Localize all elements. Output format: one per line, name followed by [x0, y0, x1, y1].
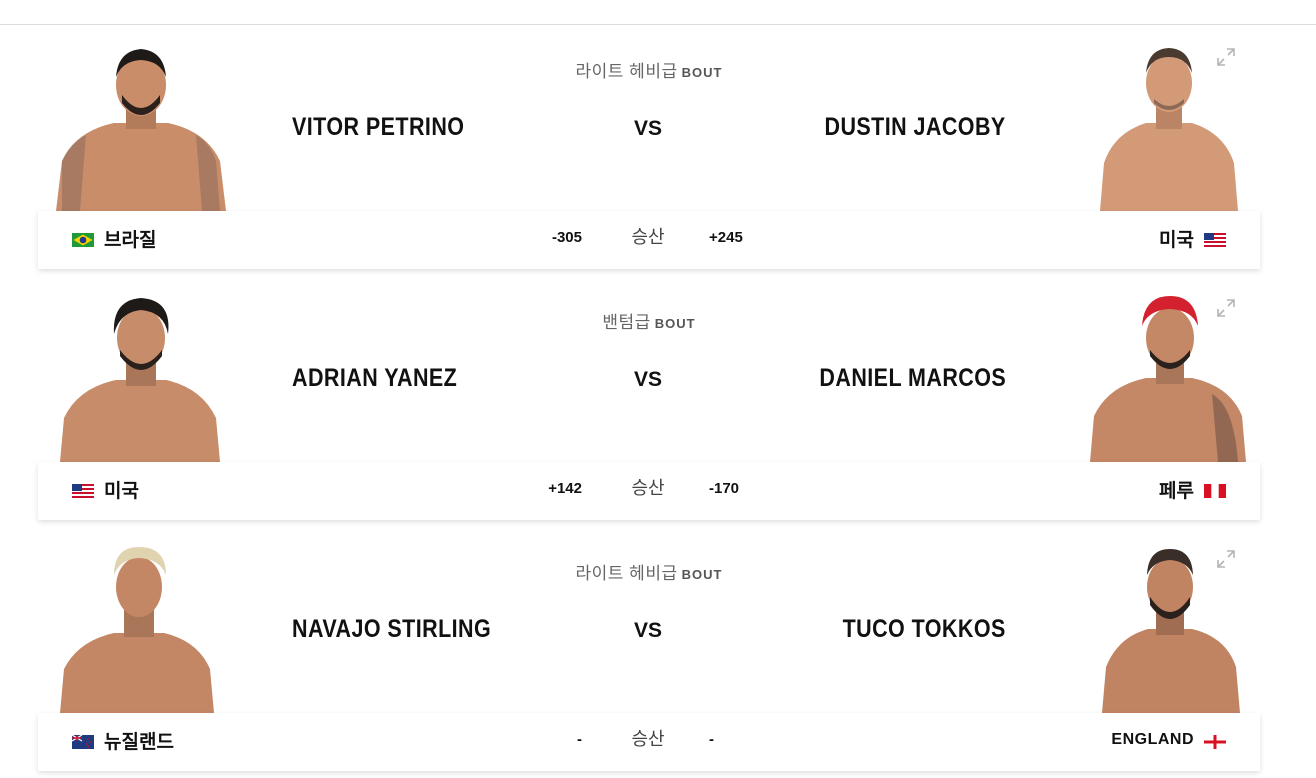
red-fighter-country: 미국: [104, 481, 139, 502]
red-fighter-name[interactable]: ADRIAN YANEZ: [292, 364, 457, 393]
blue-fighter-country: 페루: [1159, 481, 1194, 502]
bout-card[interactable]: 라이트 헤비급 BOUT VITOR PETRINO VS DUSTIN JACO…: [0, 25, 1316, 276]
england-flag-icon: [1204, 735, 1226, 749]
red-fighter-country: 브라질: [104, 230, 157, 251]
fight-card-list: 라이트 헤비급 BOUT VITOR PETRINO VS DUSTIN JACO…: [0, 25, 1316, 778]
bout-info-bar: 미국 +142 승산 -170 페루: [38, 462, 1260, 520]
expand-icon[interactable]: [1216, 298, 1236, 318]
odds-label: 승산: [631, 478, 665, 498]
red-fighter-odds: +142: [548, 480, 582, 497]
red-fighter-odds: -305: [551, 229, 582, 246]
bout-card[interactable]: 밴텀급 BOUT ADRIAN YANEZ VS DANIEL MARCOS 미국…: [0, 276, 1316, 527]
blue-fighter-country: ENGLAND: [1111, 731, 1194, 748]
usa-flag-icon: [1204, 233, 1226, 247]
peru-flag-icon: [1204, 484, 1226, 498]
red-fighter-odds: -: [577, 731, 582, 748]
red-fighter-country: 뉴질랜드: [104, 732, 174, 753]
vs-label: VS: [634, 368, 663, 391]
blue-fighter-country: 미국: [1159, 230, 1194, 251]
red-fighter-name[interactable]: VITOR PETRINO: [292, 113, 464, 142]
brazil-flag-icon: [72, 233, 94, 247]
red-fighter-name[interactable]: NAVAJO STIRLING: [292, 615, 491, 644]
blue-fighter-odds: +245: [709, 229, 743, 246]
odds-label: 승산: [631, 227, 665, 247]
bout-info-bar: 브라질 -305 승산 +245 미국: [38, 211, 1260, 269]
bout-info-bar: 뉴질랜드 - 승산 - ENGLAND: [38, 713, 1260, 771]
blue-fighter-odds: -170: [709, 480, 740, 497]
vs-label: VS: [634, 117, 663, 140]
expand-icon[interactable]: [1216, 549, 1236, 569]
blue-fighter-name[interactable]: DANIEL MARCOS: [819, 364, 1006, 393]
vs-label: VS: [634, 619, 663, 642]
odds-label: 승산: [631, 729, 665, 749]
blue-corner-fighter-photo[interactable]: [1084, 545, 1254, 713]
blue-fighter-odds: -: [709, 731, 714, 748]
usa-flag-icon: [72, 484, 94, 498]
new-zealand-flag-icon: [72, 735, 94, 749]
blue-fighter-name[interactable]: DUSTIN JACOBY: [825, 113, 1006, 142]
bout-card[interactable]: 라이트 헤비급 BOUT NAVAJO STIRLING VS TUCO TOKK…: [0, 527, 1316, 778]
expand-icon[interactable]: [1216, 47, 1236, 67]
blue-fighter-name[interactable]: TUCO TOKKOS: [843, 615, 1006, 644]
blue-corner-fighter-photo[interactable]: [1084, 294, 1254, 462]
blue-corner-fighter-photo[interactable]: [1084, 43, 1254, 211]
